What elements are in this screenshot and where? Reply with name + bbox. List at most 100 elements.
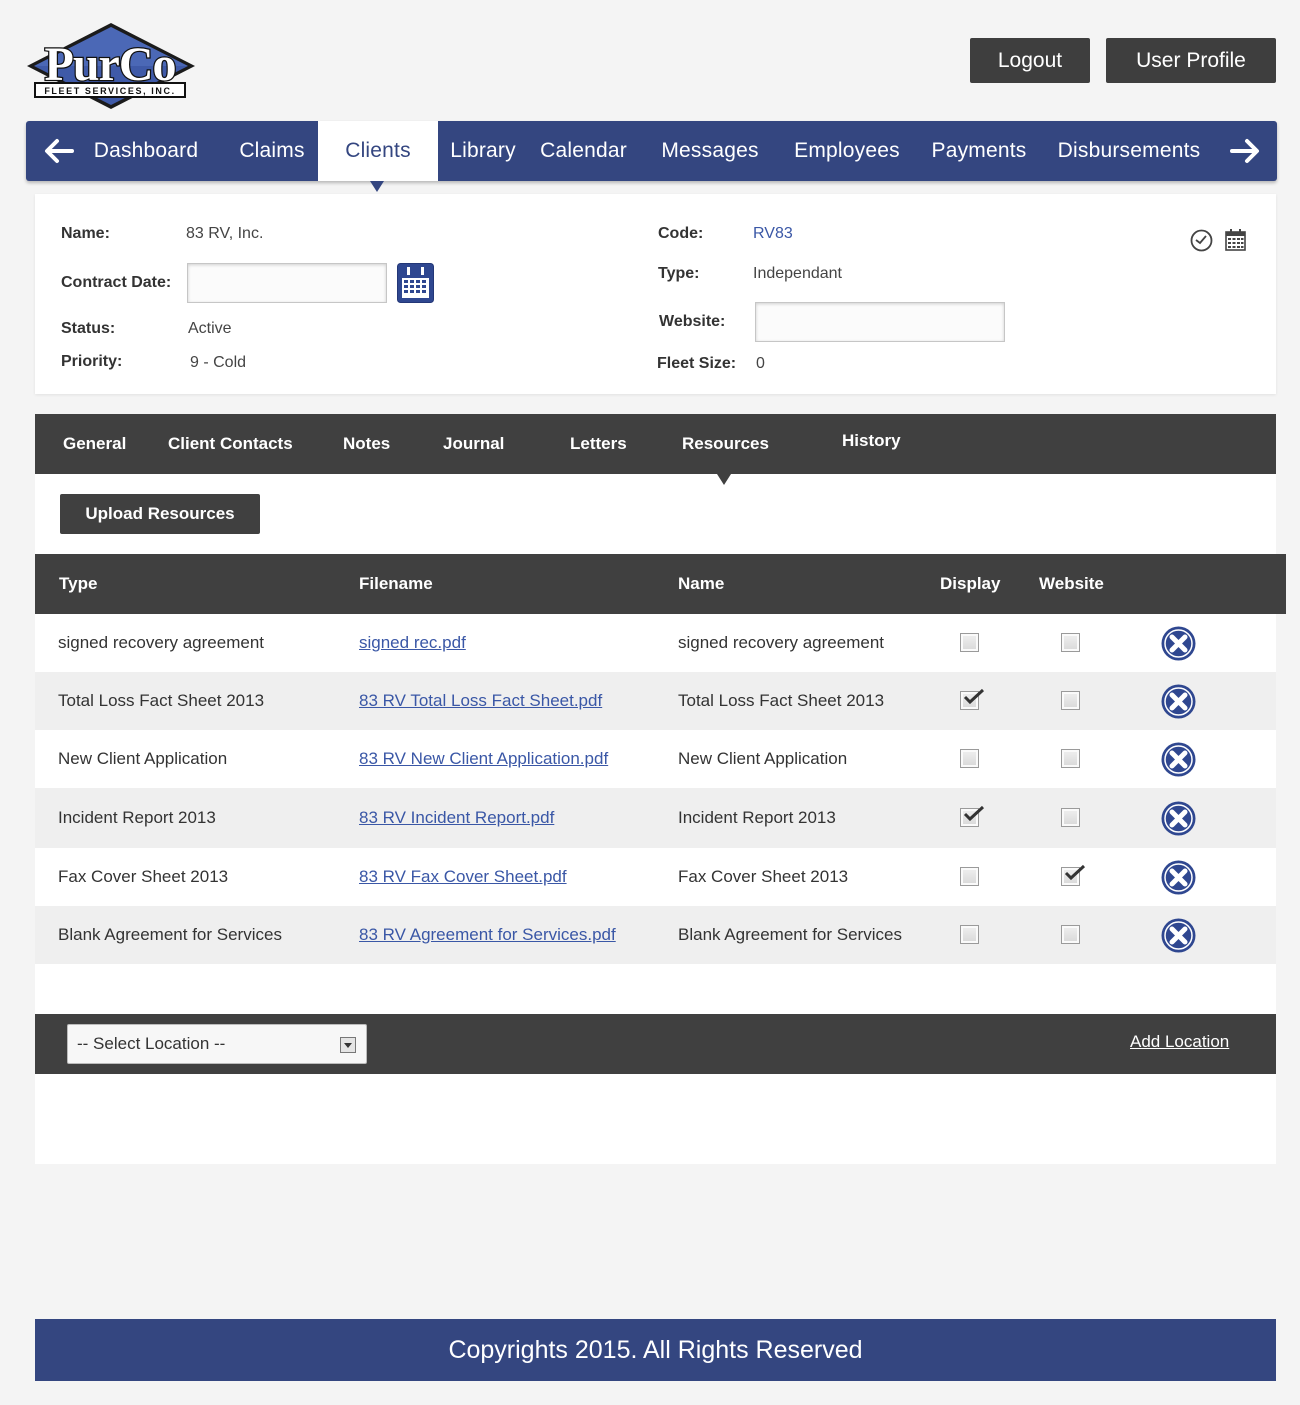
header-display[interactable]: Display — [940, 554, 1000, 614]
fleet-size-value: 0 — [756, 355, 765, 372]
cell-type: Incident Report 2013 — [58, 808, 216, 827]
delete-icon[interactable] — [1161, 801, 1196, 836]
file-link[interactable]: 83 RV Incident Report.pdf — [359, 808, 554, 828]
cell-name: Incident Report 2013 — [678, 808, 836, 827]
display-checkbox[interactable] — [960, 805, 985, 827]
cell-name: Fax Cover Sheet 2013 — [678, 867, 849, 886]
delete-icon[interactable] — [1161, 918, 1196, 953]
nav-employees[interactable]: Employees — [784, 121, 910, 181]
location-bar: -- Select Location -- Add Location — [35, 1014, 1276, 1074]
footer-copyright: Copyrights 2015. All Rights Reserved — [448, 1335, 863, 1364]
website-checkbox[interactable] — [1061, 749, 1080, 768]
header-type[interactable]: Type — [59, 554, 97, 614]
cell-filename: 83 RV Total Loss Fact Sheet.pdf — [359, 672, 602, 730]
tab-general[interactable]: General — [63, 414, 126, 474]
logo-tagline: FLEET SERVICES, INC. — [44, 86, 175, 96]
logout-button[interactable]: Logout — [970, 38, 1090, 83]
tab-resources[interactable]: Resources — [682, 414, 769, 474]
contract-date-label: Contract Date: — [61, 274, 172, 291]
website-checkbox[interactable] — [1061, 864, 1086, 886]
location-select-value: -- Select Location -- — [77, 1034, 226, 1053]
header-filename[interactable]: Filename — [359, 554, 433, 614]
website-checkbox[interactable] — [1061, 925, 1080, 944]
clock-icon[interactable] — [1190, 229, 1213, 252]
website-checkbox[interactable] — [1061, 808, 1080, 827]
arrow-right-icon[interactable] — [1228, 135, 1262, 167]
nav-payments[interactable]: Payments — [924, 121, 1034, 181]
nav-claims[interactable]: Claims — [226, 121, 318, 181]
delete-icon[interactable] — [1161, 684, 1196, 719]
status-value: Active — [188, 320, 232, 337]
delete-icon[interactable] — [1161, 742, 1196, 777]
file-link[interactable]: 83 RV Total Loss Fact Sheet.pdf — [359, 691, 602, 711]
cell-name: New Client Application — [678, 749, 848, 768]
display-checkbox[interactable] — [960, 688, 985, 710]
tab-journal[interactable]: Journal — [443, 414, 504, 474]
display-checkbox[interactable] — [960, 633, 979, 652]
file-link[interactable]: 83 RV New Client Application.pdf — [359, 749, 608, 769]
tab-history[interactable]: History — [842, 411, 901, 471]
table-row: Fax Cover Sheet 2013 83 RV Fax Cover Shee… — [35, 848, 1276, 906]
cell-filename: 83 RV Fax Cover Sheet.pdf — [359, 848, 567, 906]
delete-icon[interactable] — [1161, 626, 1196, 661]
header-website[interactable]: Website — [1039, 554, 1104, 614]
nav-calendar[interactable]: Calendar — [531, 121, 636, 181]
cell-name: Blank Agreement for Services — [678, 925, 902, 944]
type-value: Independant — [753, 265, 842, 282]
resources-panel: General Client Contacts Notes Journal Le… — [35, 414, 1286, 1164]
client-subnav: General Client Contacts Notes Journal Le… — [35, 414, 1276, 474]
arrow-left-icon[interactable] — [42, 135, 76, 167]
cell-type: Total Loss Fact Sheet 2013 — [58, 691, 265, 710]
nav-messages[interactable]: Messages — [651, 121, 769, 181]
add-location-link[interactable]: Add Location — [1130, 1032, 1229, 1052]
display-checkbox[interactable] — [960, 867, 979, 886]
cell-filename: 83 RV Incident Report.pdf — [359, 788, 554, 848]
dropdown-arrow-icon[interactable] — [340, 1037, 356, 1053]
table-row: New Client Application 83 RV New Client A… — [35, 730, 1276, 788]
cell-name: signed recovery agreement — [678, 633, 885, 652]
website-label: Website: — [659, 313, 726, 330]
cell-type: Blank Agreement for Services — [58, 925, 282, 944]
priority-label: Priority: — [61, 353, 123, 370]
table-row: Incident Report 2013 83 RV Incident Repor… — [35, 788, 1276, 848]
cell-type: signed recovery agreement — [58, 633, 265, 652]
calendar-icon[interactable] — [397, 263, 434, 303]
fleet-size-label: Fleet Size: — [657, 355, 737, 372]
contract-date-input[interactable] — [187, 263, 387, 303]
nav-active-caret — [370, 181, 384, 192]
file-link[interactable]: signed rec.pdf — [359, 633, 466, 653]
nav-disbursements[interactable]: Disbursements — [1048, 121, 1210, 181]
tab-client-contacts[interactable]: Client Contacts — [168, 414, 293, 474]
table-row: Blank Agreement for Services 83 RV Agreem… — [35, 906, 1276, 964]
name-value: 83 RV, Inc. — [186, 225, 264, 242]
display-checkbox[interactable] — [960, 925, 979, 944]
check-icon — [1064, 864, 1086, 881]
display-checkbox[interactable] — [960, 749, 979, 768]
nav-library[interactable]: Library — [438, 121, 528, 181]
code-value[interactable]: RV83 — [753, 225, 793, 243]
header-name[interactable]: Name — [678, 554, 724, 614]
delete-icon[interactable] — [1161, 860, 1196, 895]
website-input[interactable] — [755, 302, 1005, 342]
nav-clients[interactable]: Clients — [318, 121, 438, 181]
client-info-card: Name: 83 RV, Inc. Contract Date: Status:… — [35, 194, 1276, 394]
cell-filename: 83 RV New Client Application.pdf — [359, 730, 608, 788]
nav-dashboard[interactable]: Dashboard — [86, 121, 206, 181]
table-row: signed recovery agreement signed rec.pdf s… — [35, 614, 1276, 672]
file-link[interactable]: 83 RV Fax Cover Sheet.pdf — [359, 867, 567, 887]
website-checkbox[interactable] — [1061, 633, 1080, 652]
file-link[interactable]: 83 RV Agreement for Services.pdf — [359, 925, 616, 945]
location-select[interactable]: -- Select Location -- — [67, 1024, 367, 1064]
website-checkbox[interactable] — [1061, 691, 1080, 710]
tab-notes[interactable]: Notes — [343, 414, 390, 474]
user-profile-button[interactable]: User Profile — [1106, 38, 1276, 83]
tab-letters[interactable]: Letters — [570, 414, 627, 474]
upload-resources-button[interactable]: Upload Resources — [60, 494, 260, 534]
cell-type: New Client Application — [58, 749, 228, 768]
cell-filename: signed rec.pdf — [359, 614, 466, 672]
check-icon — [963, 805, 985, 822]
main-nav: Dashboard Claims Clients Library Calenda… — [26, 121, 1277, 181]
type-label: Type: — [658, 265, 700, 282]
table-row: Total Loss Fact Sheet 2013 83 RV Total Lo… — [35, 672, 1276, 730]
schedule-calendar-icon[interactable] — [1225, 229, 1246, 251]
